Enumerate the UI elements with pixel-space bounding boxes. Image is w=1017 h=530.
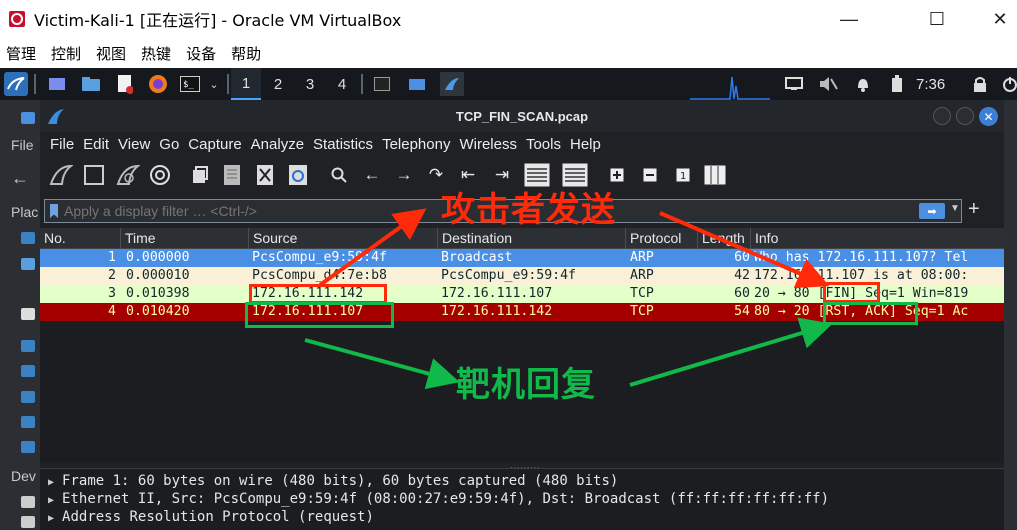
red-arrow-to-fin <box>659 211 830 289</box>
target-replies-annotation: 靶机回复 <box>456 365 596 405</box>
green-arrow-to-label <box>304 338 460 390</box>
attacker-sends-annotation: 攻击者发送 <box>441 190 616 230</box>
green-arrow-to-rst-ack <box>629 317 833 387</box>
red-arrow-to-source <box>318 208 427 287</box>
annotation-arrows <box>304 208 833 390</box>
